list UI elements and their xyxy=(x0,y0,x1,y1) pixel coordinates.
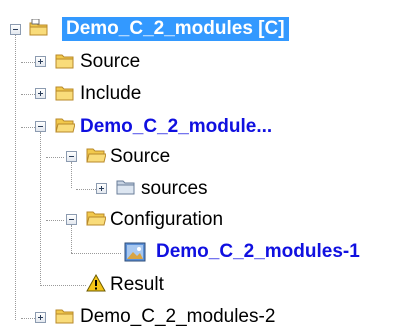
tree-node-source-nested[interactable]: Source xyxy=(110,145,170,169)
tree-node-result[interactable]: Result xyxy=(110,273,164,297)
tree-node-modules-2[interactable]: Demo_C_2_modules-2 xyxy=(80,305,275,327)
folder-open-icon xyxy=(55,118,75,133)
folder-open-icon xyxy=(86,211,106,226)
tree-node-module-config[interactable]: Demo_C_2_module... xyxy=(80,115,272,139)
tree-connector xyxy=(21,318,35,319)
tree-connector xyxy=(15,30,16,320)
expand-toggle[interactable] xyxy=(96,183,107,194)
tree-node-modules-1[interactable]: Demo_C_2_modules-1 xyxy=(156,240,360,264)
linked-folder-icon xyxy=(116,180,135,195)
configuration-file-icon xyxy=(124,242,146,262)
tree-connector xyxy=(40,285,86,286)
tree-node-include[interactable]: Include xyxy=(80,82,141,106)
expand-toggle[interactable] xyxy=(35,312,46,323)
tree-node-sources[interactable]: sources xyxy=(141,177,208,201)
tree-connector xyxy=(71,253,121,254)
tree-root-label[interactable]: Demo_C_2_modules [C] xyxy=(62,17,289,41)
folder-icon xyxy=(55,309,74,324)
tree-node-configuration[interactable]: Configuration xyxy=(110,208,223,232)
collapse-toggle[interactable] xyxy=(66,151,77,162)
tree-connector xyxy=(76,189,96,190)
tree-connector xyxy=(21,94,35,95)
tree-connector xyxy=(21,62,35,63)
collapse-toggle[interactable] xyxy=(35,121,46,132)
collapse-toggle[interactable] xyxy=(66,214,77,225)
expand-toggle[interactable] xyxy=(35,88,46,99)
collapse-toggle[interactable] xyxy=(10,24,21,35)
folder-icon xyxy=(55,86,74,101)
tree-connector xyxy=(40,132,41,286)
tree-connector xyxy=(46,220,64,221)
tree-connector xyxy=(21,127,35,128)
project-folder-icon xyxy=(29,19,48,36)
expand-toggle[interactable] xyxy=(35,56,46,67)
folder-icon xyxy=(55,54,74,69)
folder-open-icon xyxy=(86,148,106,163)
tree-node-source[interactable]: Source xyxy=(80,50,140,74)
tree-connector xyxy=(71,225,72,253)
tree-connector xyxy=(71,162,72,188)
warning-icon xyxy=(86,274,106,292)
project-tree: Demo_C_2_modules [C] Source Include Demo… xyxy=(0,0,401,327)
tree-connector xyxy=(46,157,64,158)
